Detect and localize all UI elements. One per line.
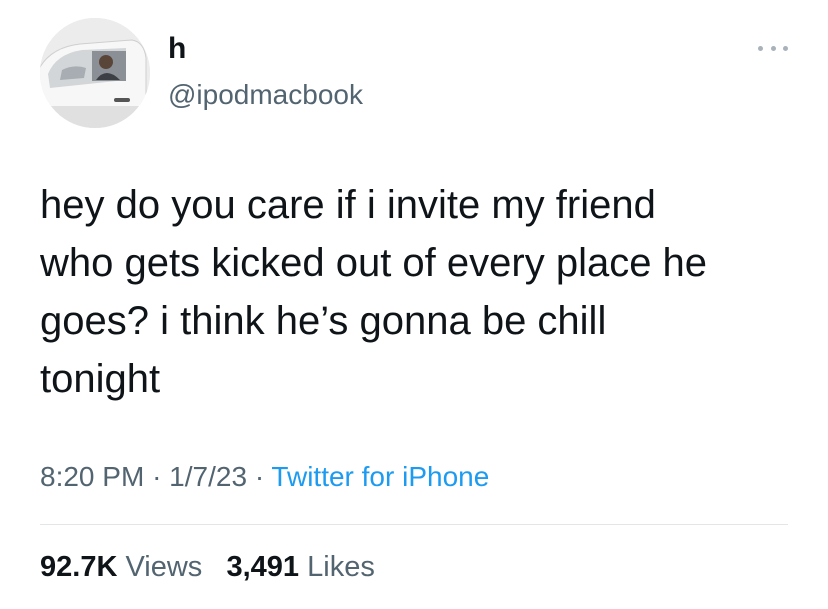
views-label: Views [125,551,203,583]
author-handle[interactable]: @ipodmacbook [168,78,363,112]
tweet-source-link[interactable]: Twitter for iPhone [271,461,489,492]
likes-stat[interactable]: 3,491 Likes [226,551,374,583]
tweet-text: hey do you care if i invite my friend wh… [40,183,708,401]
tweet-meta: 8:20 PM · 1/7/23 · Twitter for iPhone [40,460,489,494]
meta-separator: · [254,461,265,492]
tweet-stats: 92.7K Views 3,491 Likes [40,550,375,584]
author-display-name[interactable]: h [168,32,186,66]
views-count: 92.7K [40,551,118,583]
likes-count: 3,491 [226,551,300,583]
avatar-image [40,18,150,128]
divider [40,524,788,525]
views-stat[interactable]: 92.7K Views [40,551,210,583]
avatar[interactable] [40,18,150,128]
tweet-time[interactable]: 8:20 PM [40,461,144,492]
likes-label: Likes [307,551,375,583]
meta-separator: · [152,461,162,492]
more-icon[interactable] [758,40,788,56]
tweet-date[interactable]: 1/7/23 [169,461,247,492]
